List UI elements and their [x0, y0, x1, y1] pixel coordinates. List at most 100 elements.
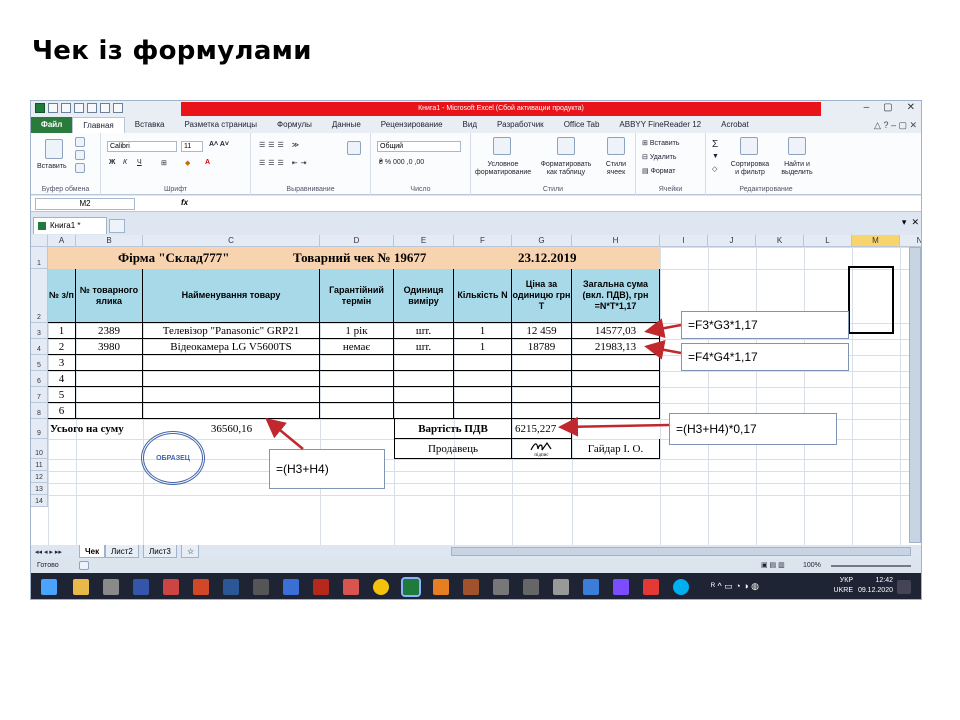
- column-header[interactable]: D: [320, 235, 394, 247]
- column-header[interactable]: J: [708, 235, 756, 247]
- cell-styles-button[interactable]: Стили ячеек: [599, 161, 633, 177]
- table-cell[interactable]: [143, 371, 320, 387]
- row-header[interactable]: 3: [31, 323, 48, 339]
- table-cell[interactable]: 12 459: [512, 323, 572, 339]
- grow-font-icon[interactable]: A˄ A˅: [209, 141, 229, 148]
- table-cell[interactable]: [572, 387, 660, 403]
- horizontal-scrollbar[interactable]: [451, 547, 911, 556]
- maximize-icon[interactable]: ▢: [883, 102, 892, 113]
- tab-file[interactable]: Файл: [31, 117, 73, 133]
- font-name-select[interactable]: Calibri: [107, 141, 177, 152]
- zoom-slider[interactable]: [831, 565, 911, 567]
- table-cell[interactable]: [512, 371, 572, 387]
- table-cell[interactable]: [320, 387, 394, 403]
- table-cell[interactable]: Телевізор "Panasonic" GRP21: [143, 323, 320, 339]
- app-icon[interactable]: [493, 579, 509, 595]
- column-header[interactable]: B: [76, 235, 143, 247]
- tab-formulas[interactable]: Формулы: [267, 117, 322, 133]
- vertical-scrollbar[interactable]: [909, 247, 921, 543]
- table-cell[interactable]: [512, 387, 572, 403]
- open-folder-icon[interactable]: [100, 103, 110, 113]
- percent-icon[interactable]: ₴ % 000 ,0 ,00: [379, 159, 424, 166]
- new-workbook-tab[interactable]: [109, 219, 125, 233]
- format-table-icon[interactable]: [557, 137, 575, 155]
- tab-home[interactable]: Главная: [72, 117, 125, 133]
- start-icon[interactable]: [41, 579, 57, 595]
- row-header[interactable]: 4: [31, 339, 48, 355]
- sort-filter-icon[interactable]: [740, 137, 758, 155]
- app-icon[interactable]: [163, 579, 179, 595]
- table-cell[interactable]: немає: [320, 339, 394, 355]
- column-header[interactable]: F: [454, 235, 512, 247]
- conditional-format-icon[interactable]: [493, 137, 511, 155]
- redo-icon[interactable]: [74, 103, 84, 113]
- column-header[interactable]: L: [804, 235, 852, 247]
- save-icon[interactable]: [48, 103, 58, 113]
- app-icon[interactable]: [433, 579, 449, 595]
- tray-icons[interactable]: ᴿ ^ ▭ ◔ ◑ ◍: [711, 581, 759, 592]
- table-cell[interactable]: [320, 371, 394, 387]
- copy-icon[interactable]: [75, 150, 85, 160]
- table-cell[interactable]: [394, 371, 454, 387]
- row-header[interactable]: 7: [31, 387, 48, 403]
- column-header[interactable]: K: [756, 235, 804, 247]
- macro-record-icon[interactable]: [79, 561, 89, 570]
- tab-abbyy[interactable]: ABBYY FineReader 12: [609, 117, 711, 133]
- new-sheet-icon[interactable]: ☆: [181, 545, 199, 558]
- help-icon[interactable]: △ ? – ▢ ✕: [874, 120, 921, 131]
- tab-list-icon[interactable]: ▾: [902, 217, 907, 228]
- table-cell[interactable]: [572, 371, 660, 387]
- font-size-select[interactable]: 11: [181, 141, 203, 152]
- align-left-icon[interactable]: ☰☰☰ ⇤⇥: [259, 159, 310, 167]
- table-cell[interactable]: шт.: [394, 339, 454, 355]
- skype-icon[interactable]: [673, 579, 689, 595]
- table-cell[interactable]: [76, 403, 143, 419]
- table-cell[interactable]: 1: [48, 323, 76, 339]
- column-header[interactable]: N: [900, 235, 921, 247]
- table-cell[interactable]: [394, 355, 454, 371]
- tab-insert[interactable]: Вставка: [125, 117, 175, 133]
- table-cell[interactable]: [143, 403, 320, 419]
- select-all-corner[interactable]: [31, 235, 48, 247]
- format-painter-icon[interactable]: [75, 163, 85, 173]
- name-box[interactable]: M2: [35, 198, 135, 210]
- insert-cells-button[interactable]: ⊞ Вставить: [642, 139, 679, 147]
- font-color-icon[interactable]: A: [205, 159, 210, 166]
- table-cell[interactable]: 3: [48, 355, 76, 371]
- table-cell[interactable]: [76, 355, 143, 371]
- table-cell[interactable]: [572, 403, 660, 419]
- format-table-button[interactable]: Форматировать как таблицу: [535, 161, 597, 177]
- delete-cells-button[interactable]: ⊟ Удалить: [642, 153, 677, 161]
- conditional-format-button[interactable]: Условное форматирование: [475, 161, 531, 177]
- view-buttons-icon[interactable]: ▣ ▤ ▥: [761, 561, 785, 569]
- row-header[interactable]: 14: [31, 495, 48, 507]
- notifications-icon[interactable]: [897, 580, 911, 594]
- table-cell[interactable]: 1 рік: [320, 323, 394, 339]
- tab-developer[interactable]: Разработчик: [487, 117, 554, 133]
- table-cell[interactable]: 18789: [512, 339, 572, 355]
- borders-icon[interactable]: ⊞: [161, 159, 167, 167]
- row-header[interactable]: 12: [31, 471, 48, 483]
- table-cell[interactable]: 1: [454, 323, 512, 339]
- table-cell[interactable]: 21983,13: [572, 339, 660, 355]
- table-cell[interactable]: [394, 387, 454, 403]
- close-workbook-icon[interactable]: ✕: [911, 217, 919, 228]
- tab-review[interactable]: Рецензирование: [371, 117, 453, 133]
- column-header[interactable]: C: [143, 235, 320, 247]
- table-cell[interactable]: [512, 403, 572, 419]
- undo-icon[interactable]: [61, 103, 71, 113]
- row-header[interactable]: 2: [31, 269, 48, 323]
- bold-icon[interactable]: Ж: [109, 159, 115, 166]
- table-cell[interactable]: 2: [48, 339, 76, 355]
- number-format-select[interactable]: Общий: [377, 141, 461, 152]
- paste-icon[interactable]: [45, 139, 63, 159]
- row-header[interactable]: 9: [31, 419, 48, 439]
- app-icon[interactable]: [583, 579, 599, 595]
- table-cell[interactable]: 3980: [76, 339, 143, 355]
- italic-icon[interactable]: К: [123, 159, 127, 166]
- table-cell[interactable]: 6: [48, 403, 76, 419]
- row-header[interactable]: 6: [31, 371, 48, 387]
- sheet-tab-3[interactable]: Лист3: [143, 545, 177, 558]
- column-header[interactable]: I: [660, 235, 708, 247]
- app-icon[interactable]: [343, 579, 359, 595]
